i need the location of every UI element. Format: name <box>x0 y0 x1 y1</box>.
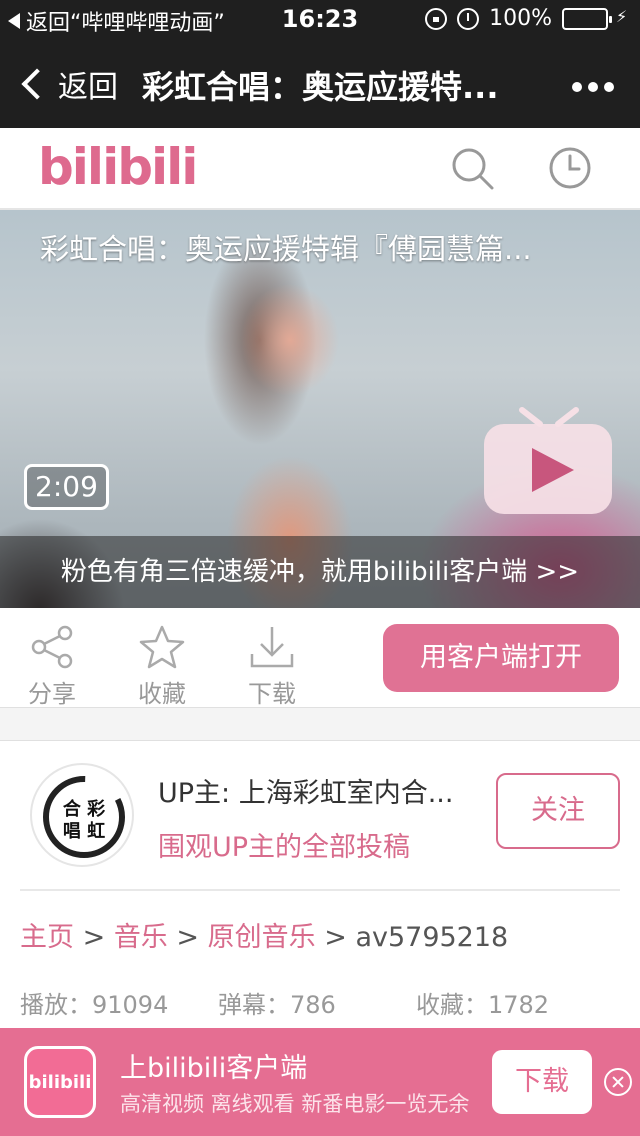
charging-icon <box>616 7 628 29</box>
banner-download-button[interactable]: 下载 <box>492 1050 592 1114</box>
follow-button[interactable]: 关注 <box>496 773 620 849</box>
page-title: 彩虹合唱：奥运应援特... <box>142 68 499 106</box>
breadcrumb-av-id: av5795218 <box>355 922 509 953</box>
danmaku-count: 弹幕：786 <box>218 991 336 1019</box>
navigation-bar: 返回 彩虹合唱：奥运应援特... <box>0 40 640 128</box>
search-icon[interactable] <box>450 146 494 190</box>
avatar-text-bottom: 唱 虹 <box>63 820 105 842</box>
star-icon <box>139 625 185 669</box>
download-icon <box>250 627 294 668</box>
video-title: 彩虹合唱：奥运应援特辑『傅园慧篇... <box>40 232 532 266</box>
share-button[interactable]: 分享 <box>12 624 92 709</box>
divider <box>20 889 620 891</box>
status-bar: 返回“哔哩哔哩动画” 16:23 100% <box>0 0 640 40</box>
download-button[interactable]: 下载 <box>232 624 312 709</box>
close-icon[interactable] <box>604 1068 632 1096</box>
breadcrumb-separator: > <box>324 922 347 953</box>
more-dots-icon[interactable] <box>572 82 614 92</box>
clock-icon[interactable] <box>548 146 592 190</box>
breadcrumb-separator: > <box>176 922 200 953</box>
uploader-card: 合 彩 唱 虹 UP主: 上海彩虹室内合... 围观UP主的全部投稿 关注 主页… <box>0 740 640 1030</box>
download-label: 下载 <box>248 680 296 708</box>
action-bar: 分享 收藏 下载 用客户端打开 <box>0 608 640 708</box>
client-promo-banner[interactable]: 粉色有角三倍速缓冲，就用bilibili客户端 >> <box>0 536 640 608</box>
rotation-lock-icon <box>425 7 448 30</box>
breadcrumb-original-music[interactable]: 原创音乐 <box>208 922 316 953</box>
favorite-label: 收藏 <box>138 680 186 708</box>
bilibili-logo[interactable]: bilibili <box>38 138 198 196</box>
avatar[interactable]: 合 彩 唱 虹 <box>30 763 134 867</box>
breadcrumb-music[interactable]: 音乐 <box>114 922 168 953</box>
back-label: 返回 <box>58 70 118 105</box>
chevron-left-icon <box>21 68 53 100</box>
breadcrumb: 主页 > 音乐 > 原创音乐 > av5795218 <box>20 915 508 954</box>
app-download-banner[interactable]: bilibili 上bilibili客户端 高清视频 离线观看 新番电影一览无余… <box>0 1028 640 1136</box>
avatar-text-top: 合 彩 <box>63 798 105 820</box>
bilibili-app-icon: bilibili <box>24 1046 96 1118</box>
play-tv-icon[interactable] <box>482 406 614 518</box>
share-icon <box>31 625 73 669</box>
site-header: bilibili <box>0 128 640 210</box>
uploader-all-posts-link[interactable]: 围观UP主的全部投稿 <box>158 825 410 864</box>
battery-percent: 100% <box>489 6 552 31</box>
breadcrumb-home[interactable]: 主页 <box>20 922 74 953</box>
back-button[interactable]: 返回 <box>18 62 118 106</box>
play-count: 播放：91094 <box>20 991 169 1019</box>
banner-subtitle: 高清视频 离线观看 新番电影一览无余 <box>120 1092 470 1116</box>
alarm-icon <box>457 7 480 30</box>
favorite-count: 收藏：1782 <box>416 991 550 1019</box>
share-label: 分享 <box>28 680 76 708</box>
favorite-button[interactable]: 收藏 <box>122 624 202 709</box>
banner-title: 上bilibili客户端 <box>120 1053 308 1084</box>
breadcrumb-separator: > <box>82 922 106 953</box>
video-player[interactable]: 彩虹合唱：奥运应援特辑『傅园慧篇... 2:09 粉色有角三倍速缓冲，就用bil… <box>0 210 640 608</box>
open-in-client-button[interactable]: 用客户端打开 <box>383 624 619 692</box>
battery-icon <box>562 7 612 30</box>
duration-badge: 2:09 <box>24 464 109 510</box>
uploader-name[interactable]: UP主: 上海彩虹室内合... <box>158 771 474 810</box>
